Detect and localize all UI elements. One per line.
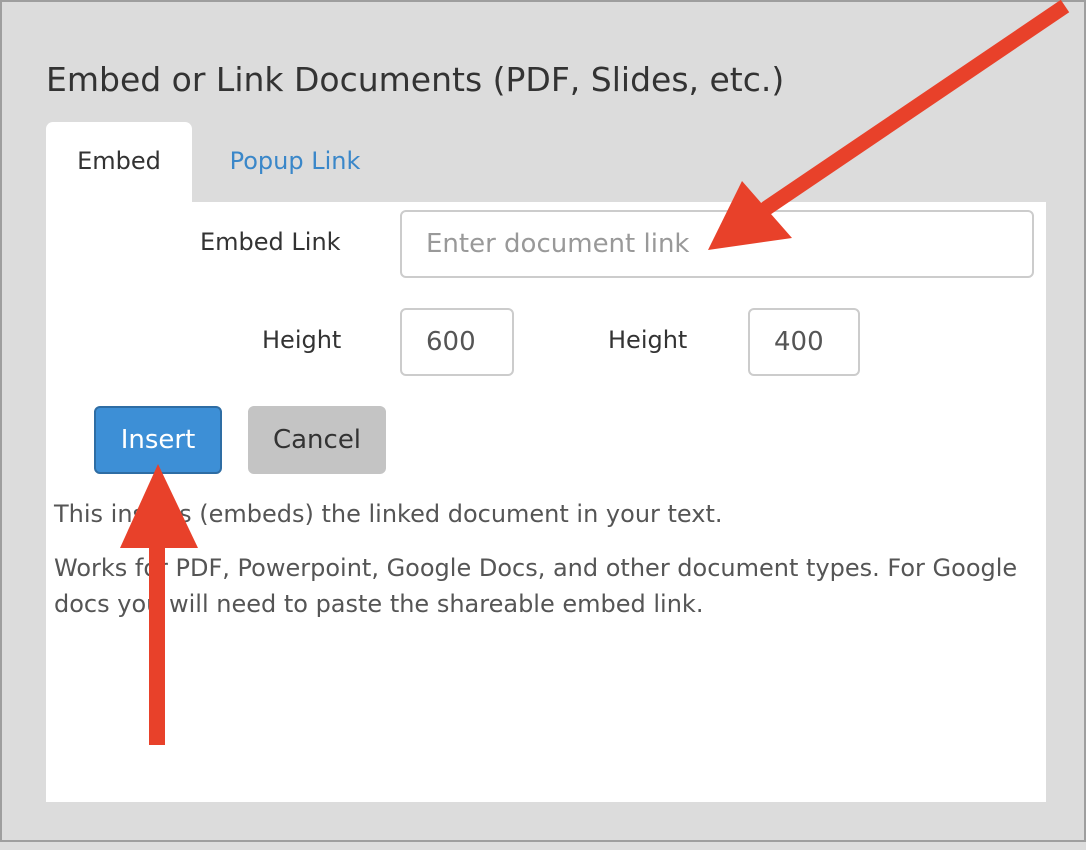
height-input[interactable]	[400, 308, 514, 376]
height-label: Height	[262, 326, 342, 354]
dialog-title: Embed or Link Documents (PDF, Slides, et…	[46, 60, 785, 99]
cancel-button[interactable]: Cancel	[248, 406, 386, 474]
height-input-secondary[interactable]	[748, 308, 860, 376]
help-text-insert: This inserts (embeds) the linked documen…	[54, 500, 723, 528]
embed-link-input[interactable]	[400, 210, 1034, 278]
embed-link-label: Embed Link	[200, 228, 341, 256]
tab-popup-link[interactable]: Popup Link	[206, 122, 384, 204]
height-label-secondary: Height	[608, 326, 688, 354]
insert-button[interactable]: Insert	[94, 406, 222, 474]
help-text-document-types: Works for PDF, Powerpoint, Google Docs, …	[54, 554, 1018, 618]
tab-embed[interactable]: Embed	[46, 122, 192, 204]
